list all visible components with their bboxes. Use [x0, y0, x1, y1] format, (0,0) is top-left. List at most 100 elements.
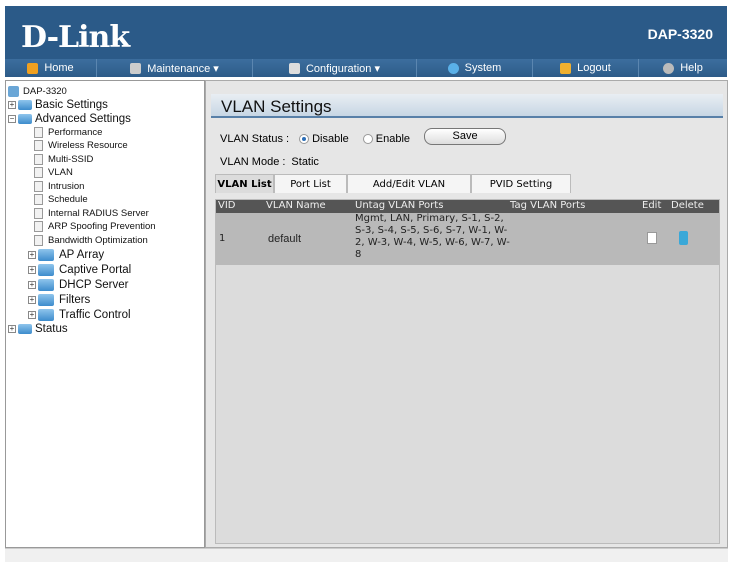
tree-item-arp-spoofing-prevention[interactable]: ARP Spoofing Prevention — [8, 220, 202, 234]
tree-item-multi-ssid[interactable]: Multi-SSID — [8, 153, 202, 167]
tree-label: VLAN — [48, 167, 73, 179]
model-name: DAP-3320 — [647, 26, 713, 42]
status-bar — [5, 548, 728, 562]
tree-label: Bandwidth Optimization — [48, 234, 148, 246]
folder-icon — [38, 293, 54, 306]
folder-icon — [38, 263, 54, 276]
tree-item-internal-radius-server[interactable]: Internal RADIUS Server — [8, 207, 202, 221]
nav-maintenance[interactable]: Maintenance ▾ — [97, 59, 253, 77]
folder-icon — [38, 248, 54, 261]
tree-label: Traffic Control — [59, 308, 131, 321]
tree-label: Performance — [48, 126, 103, 138]
page-icon — [34, 153, 43, 165]
radio-enable[interactable]: Enable — [362, 133, 411, 145]
device-icon — [8, 86, 19, 98]
tab-bar: VLAN List Port List Add/Edit VLAN PVID S… — [215, 174, 571, 193]
folder-icon — [38, 308, 54, 321]
page-icon — [34, 221, 43, 233]
vlan-status-label: VLAN Status : — [220, 133, 290, 145]
expand-icon[interactable]: + — [8, 101, 16, 110]
edit-icon[interactable] — [647, 232, 657, 244]
logout-icon — [560, 62, 572, 74]
radio-icon[interactable] — [362, 134, 373, 145]
tree-label: Wireless Resource — [48, 140, 128, 152]
page-icon — [34, 194, 43, 206]
save-button[interactable]: Save — [424, 127, 507, 145]
nav-configuration[interactable]: Configuration ▾ — [253, 59, 417, 77]
tree-basic-settings[interactable]: + Basic Settings — [8, 99, 202, 113]
page-title: VLAN Settings — [211, 94, 723, 118]
tree-item-bandwidth-optimization[interactable]: Bandwidth Optimization — [8, 234, 202, 248]
tree-item-wireless-resource[interactable]: Wireless Resource — [8, 139, 202, 153]
vlan-status-row: VLAN Status : Disable Enable Save — [220, 127, 507, 145]
page-icon — [34, 140, 43, 152]
tree-label: Internal RADIUS Server — [48, 207, 149, 219]
nav-label: Configuration ▾ — [305, 62, 380, 75]
radio-disable[interactable]: Disable — [299, 133, 349, 145]
tree-item-schedule[interactable]: Schedule — [8, 193, 202, 207]
tree-folder-filters[interactable]: + Filters — [8, 292, 202, 307]
vlan-table: VID VLAN Name Untag VLAN Ports Tag VLAN … — [215, 199, 720, 544]
nav-logout[interactable]: Logout — [533, 59, 639, 77]
tab-pvid-setting[interactable]: PVID Setting — [471, 174, 571, 193]
radio-label: Disable — [312, 133, 349, 145]
expand-icon[interactable]: + — [28, 250, 36, 259]
sidebar-tree: DAP-3320 + Basic Settings − Advanced Setti… — [5, 80, 205, 548]
expand-icon[interactable]: + — [28, 310, 36, 319]
page-icon — [34, 234, 43, 246]
tree-folder-traffic-control[interactable]: + Traffic Control — [8, 307, 202, 322]
expand-icon[interactable]: + — [28, 280, 36, 289]
page-icon — [34, 126, 43, 138]
tree-folder-ap-array[interactable]: + AP Array — [8, 247, 202, 262]
tree-root[interactable]: DAP-3320 — [8, 85, 202, 99]
home-icon — [27, 62, 39, 74]
page-icon — [34, 180, 43, 192]
cell-vid: 1 — [219, 233, 226, 244]
tree-label: Advanced Settings — [35, 112, 131, 125]
tree-advanced-settings[interactable]: − Advanced Settings — [8, 112, 202, 126]
nav-label: Logout — [577, 62, 611, 74]
tree-folder-captive-portal[interactable]: + Captive Portal — [8, 262, 202, 277]
tree-item-performance[interactable]: Performance — [8, 126, 202, 140]
tree-label: Intrusion — [48, 180, 85, 192]
nav-label: Home — [44, 62, 74, 74]
expand-icon[interactable]: + — [28, 265, 36, 274]
expand-icon[interactable]: + — [8, 324, 16, 333]
tree-label: Filters — [59, 293, 91, 306]
tree-item-intrusion[interactable]: Intrusion — [8, 180, 202, 194]
page-icon — [34, 207, 43, 219]
col-edit: Edit — [642, 200, 662, 211]
folder-icon — [18, 323, 32, 334]
table-row: 1 default Mgmt, LAN, Primary, S-1, S-2, … — [216, 213, 719, 265]
nav-bar: Home Maintenance ▾ Configuration ▾ Syste… — [5, 59, 727, 77]
col-vid: VID — [218, 200, 236, 211]
tree-label: DAP-3320 — [23, 86, 67, 98]
tab-vlan-list[interactable]: VLAN List — [215, 174, 274, 193]
tree-label: Captive Portal — [59, 263, 132, 276]
col-delete: Delete — [671, 200, 704, 211]
tab-port-list[interactable]: Port List — [274, 174, 347, 193]
col-tag: Tag VLAN Ports — [510, 200, 586, 211]
globe-icon — [447, 62, 459, 74]
tree-folder-dhcp-server[interactable]: + DHCP Server — [8, 277, 202, 292]
tree-status[interactable]: + Status — [8, 322, 202, 336]
vlan-mode-value: Static — [291, 156, 319, 168]
nav-home[interactable]: Home — [5, 59, 97, 77]
nav-label: Help — [680, 62, 703, 74]
nav-system[interactable]: System — [417, 59, 533, 77]
tree-label: AP Array — [59, 248, 105, 261]
cell-name: default — [268, 233, 302, 245]
tree-label: Schedule — [48, 194, 88, 206]
col-untag: Untag VLAN Ports — [355, 200, 444, 211]
tree-item-vlan[interactable]: VLAN — [8, 166, 202, 180]
radio-icon[interactable] — [299, 134, 310, 145]
nav-label: System — [464, 62, 502, 74]
nav-help[interactable]: Help — [639, 59, 727, 77]
collapse-icon[interactable]: − — [8, 114, 16, 123]
radio-label: Enable — [375, 133, 411, 145]
tree-label: Status — [35, 322, 68, 335]
tab-add-edit-vlan[interactable]: Add/Edit VLAN — [347, 174, 471, 193]
tree-label: Multi-SSID — [48, 153, 94, 165]
expand-icon[interactable]: + — [28, 295, 36, 304]
delete-icon[interactable] — [679, 231, 688, 245]
